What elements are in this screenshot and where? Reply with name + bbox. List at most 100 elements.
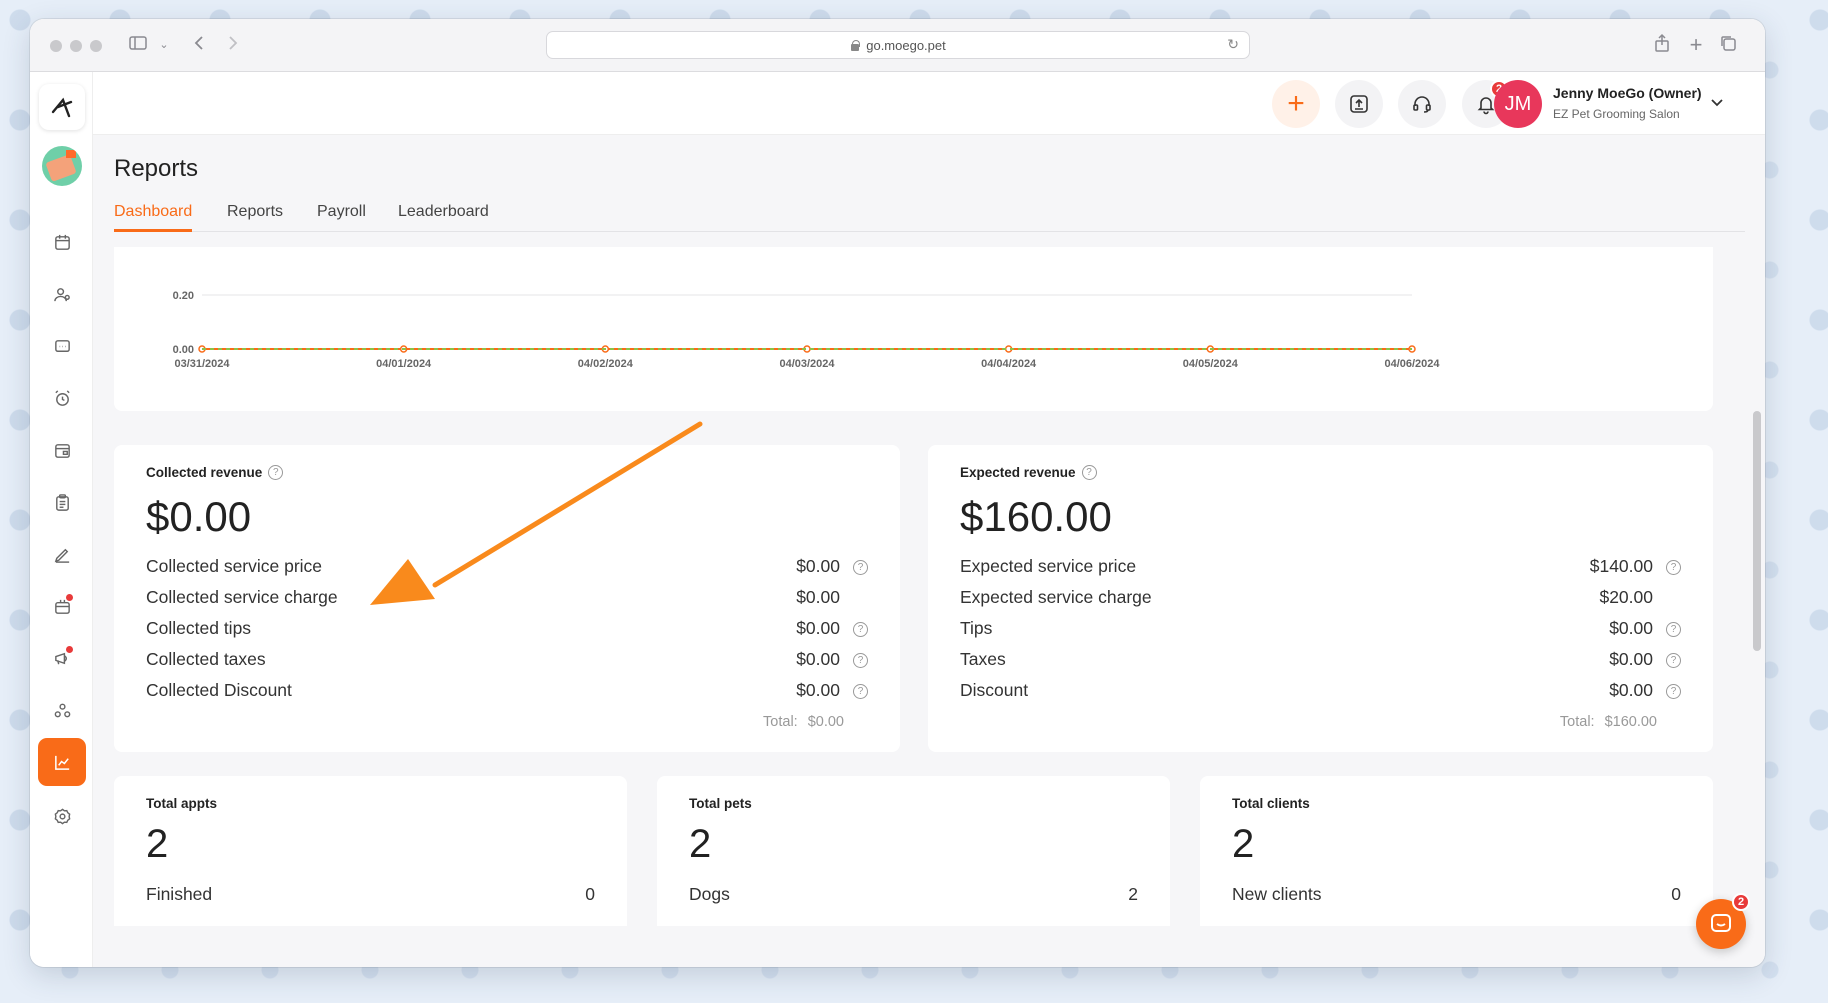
stat-title: Total appts — [146, 796, 218, 811]
page-title: Reports — [114, 155, 199, 182]
help-icon[interactable]: ? — [853, 560, 868, 575]
new-tab-icon[interactable]: + — [1684, 33, 1708, 57]
stat-title: Total clients — [1232, 796, 1310, 811]
reports-chart-icon[interactable] — [38, 738, 86, 786]
url-text: go.moego.pet — [866, 37, 946, 53]
x-tick-label: 04/06/2024 — [1384, 358, 1440, 370]
collected-revenue-title: Collected revenue ? — [146, 465, 284, 480]
y-tick-label: 0.00 — [173, 344, 194, 356]
reports-tabs: Dashboard Reports Payroll Leaderboard — [114, 199, 1745, 232]
expected-revenue-amount: $160.00 — [960, 493, 1112, 540]
support-headset-icon[interactable] — [1398, 80, 1446, 128]
x-tick-label: 04/04/2024 — [981, 358, 1037, 370]
chevron-down-icon[interactable] — [1707, 92, 1727, 112]
revenue-row: Discount $0.00? — [960, 680, 1681, 704]
revenue-row: Taxes $0.00? — [960, 649, 1681, 673]
help-icon[interactable]: ? — [1666, 653, 1681, 668]
help-icon[interactable]: ? — [268, 465, 284, 480]
settings-gear-icon[interactable] — [42, 796, 82, 836]
revenue-row-value: $20.00 — [1599, 587, 1653, 607]
help-icon[interactable]: ? — [1666, 560, 1681, 575]
minimize-window-button[interactable] — [70, 40, 82, 52]
marketing-icon[interactable] — [42, 586, 82, 626]
chat-badge: 2 — [1732, 893, 1750, 911]
browser-toolbar: ⌄ go.moego.pet ↻ + — [30, 19, 1765, 72]
stat-row-value: 0 — [585, 884, 595, 904]
stat-value: 2 — [1232, 822, 1255, 866]
help-icon[interactable]: ? — [853, 622, 868, 637]
revenue-row-label: Tips — [960, 618, 993, 638]
tab-leaderboard[interactable]: Leaderboard — [398, 203, 489, 232]
chat-support-button[interactable]: 2 — [1696, 893, 1750, 949]
revenue-row-label: Expected service price — [960, 556, 1137, 576]
messages-icon[interactable] — [42, 326, 82, 366]
business-avatar[interactable] — [42, 146, 82, 186]
share-icon[interactable] — [1650, 33, 1674, 57]
stat-row-label: New clients — [1232, 884, 1322, 904]
tab-payroll[interactable]: Payroll — [317, 203, 366, 232]
stat-row-label: Dogs — [689, 884, 730, 904]
revenue-row-value: $0.00 — [796, 587, 840, 607]
line-chart: 0.00 0.20 03/31/2024 04/01/2024 04/02/2024 04… — [173, 290, 1441, 370]
total-clients-card: Total clients 2 New clients 0 — [1200, 776, 1713, 926]
revenue-row-label: Collected Discount — [146, 680, 292, 700]
tab-dashboard[interactable]: Dashboard — [114, 203, 193, 232]
user-name[interactable]: Jenny MoeGo (Owner) — [1553, 85, 1702, 101]
reload-icon[interactable]: ↻ — [1227, 36, 1239, 53]
revenue-row-value: $0.00 — [796, 649, 840, 669]
page-scrollbar[interactable] — [1753, 411, 1761, 651]
clients-icon[interactable] — [42, 274, 82, 314]
calendar-icon[interactable] — [42, 222, 82, 262]
total-appts-card: Total appts 2 Finished 0 — [114, 776, 627, 926]
revenue-row-label: Collected tips — [146, 618, 252, 638]
revenue-row-value: $0.00 — [1609, 680, 1653, 700]
moego-logo[interactable] — [39, 84, 85, 130]
upload-icon[interactable] — [1335, 80, 1383, 128]
forward-arrow-icon[interactable] — [220, 33, 244, 57]
add-new-button[interactable]: + — [1272, 80, 1320, 128]
clipboard-icon[interactable] — [42, 482, 82, 522]
notification-dot — [66, 594, 73, 601]
close-window-button[interactable] — [50, 40, 62, 52]
tab-overview-icon[interactable] — [1716, 33, 1740, 57]
revenue-trend-chart: 0.00 0.20 03/31/2024 04/01/2024 04/02/2024 04… — [114, 247, 1713, 411]
app-header: + 2 JM Jenny MoeGo (Owner) EZ Pet Groomi… — [93, 72, 1765, 135]
reports-page: Reports Dashboard Reports Payroll Leader… — [93, 135, 1765, 967]
revenue-row-value: $0.00 — [1609, 618, 1653, 638]
chevron-down-icon[interactable]: ⌄ — [152, 33, 176, 57]
revenue-row: Collected Discount $0.00? — [146, 680, 868, 704]
revenue-row-label: Discount — [960, 680, 1029, 700]
help-icon[interactable]: ? — [853, 653, 868, 668]
pen-edit-icon[interactable] — [42, 534, 82, 574]
revenue-row: Collected service price $0.00? — [146, 556, 868, 580]
payments-icon[interactable] — [42, 430, 82, 470]
back-arrow-icon[interactable] — [188, 33, 212, 57]
maximize-window-button[interactable] — [90, 40, 102, 52]
collected-total: Total: $0.00 — [763, 714, 844, 730]
help-icon[interactable]: ? — [1081, 465, 1097, 480]
revenue-row: Collected tips $0.00? — [146, 618, 868, 642]
stat-row-value: 0 — [1671, 884, 1681, 904]
revenue-row-label: Collected service price — [146, 556, 323, 576]
total-label: Total: — [763, 714, 798, 730]
sidebar-toggle-icon[interactable] — [126, 33, 150, 57]
help-icon[interactable]: ? — [853, 684, 868, 699]
x-tick-label: 04/03/2024 — [779, 358, 835, 370]
tab-reports[interactable]: Reports — [227, 203, 283, 232]
expected-total: Total: $160.00 — [1560, 714, 1657, 730]
stat-title: Total pets — [689, 796, 752, 811]
revenue-row-label: Expected service charge — [960, 587, 1152, 607]
reminders-clock-icon[interactable] — [42, 378, 82, 418]
revenue-row-value: $0.00 — [796, 556, 840, 576]
stat-row: Dogs 2 — [689, 884, 1138, 905]
expected-revenue-title: Expected revenue ? — [960, 465, 1097, 480]
help-icon[interactable]: ? — [1666, 622, 1681, 637]
expected-revenue-label: Expected revenue — [960, 465, 1076, 480]
megaphone-icon[interactable] — [42, 638, 82, 678]
collected-revenue-card: Collected revenue ? $0.00 Collected serv… — [114, 445, 900, 752]
user-avatar[interactable]: JM — [1494, 80, 1542, 128]
stat-row: New clients 0 — [1232, 884, 1681, 905]
help-icon[interactable]: ? — [1666, 684, 1681, 699]
integrations-icon[interactable] — [42, 690, 82, 730]
address-bar[interactable]: go.moego.pet ↻ — [546, 31, 1250, 59]
